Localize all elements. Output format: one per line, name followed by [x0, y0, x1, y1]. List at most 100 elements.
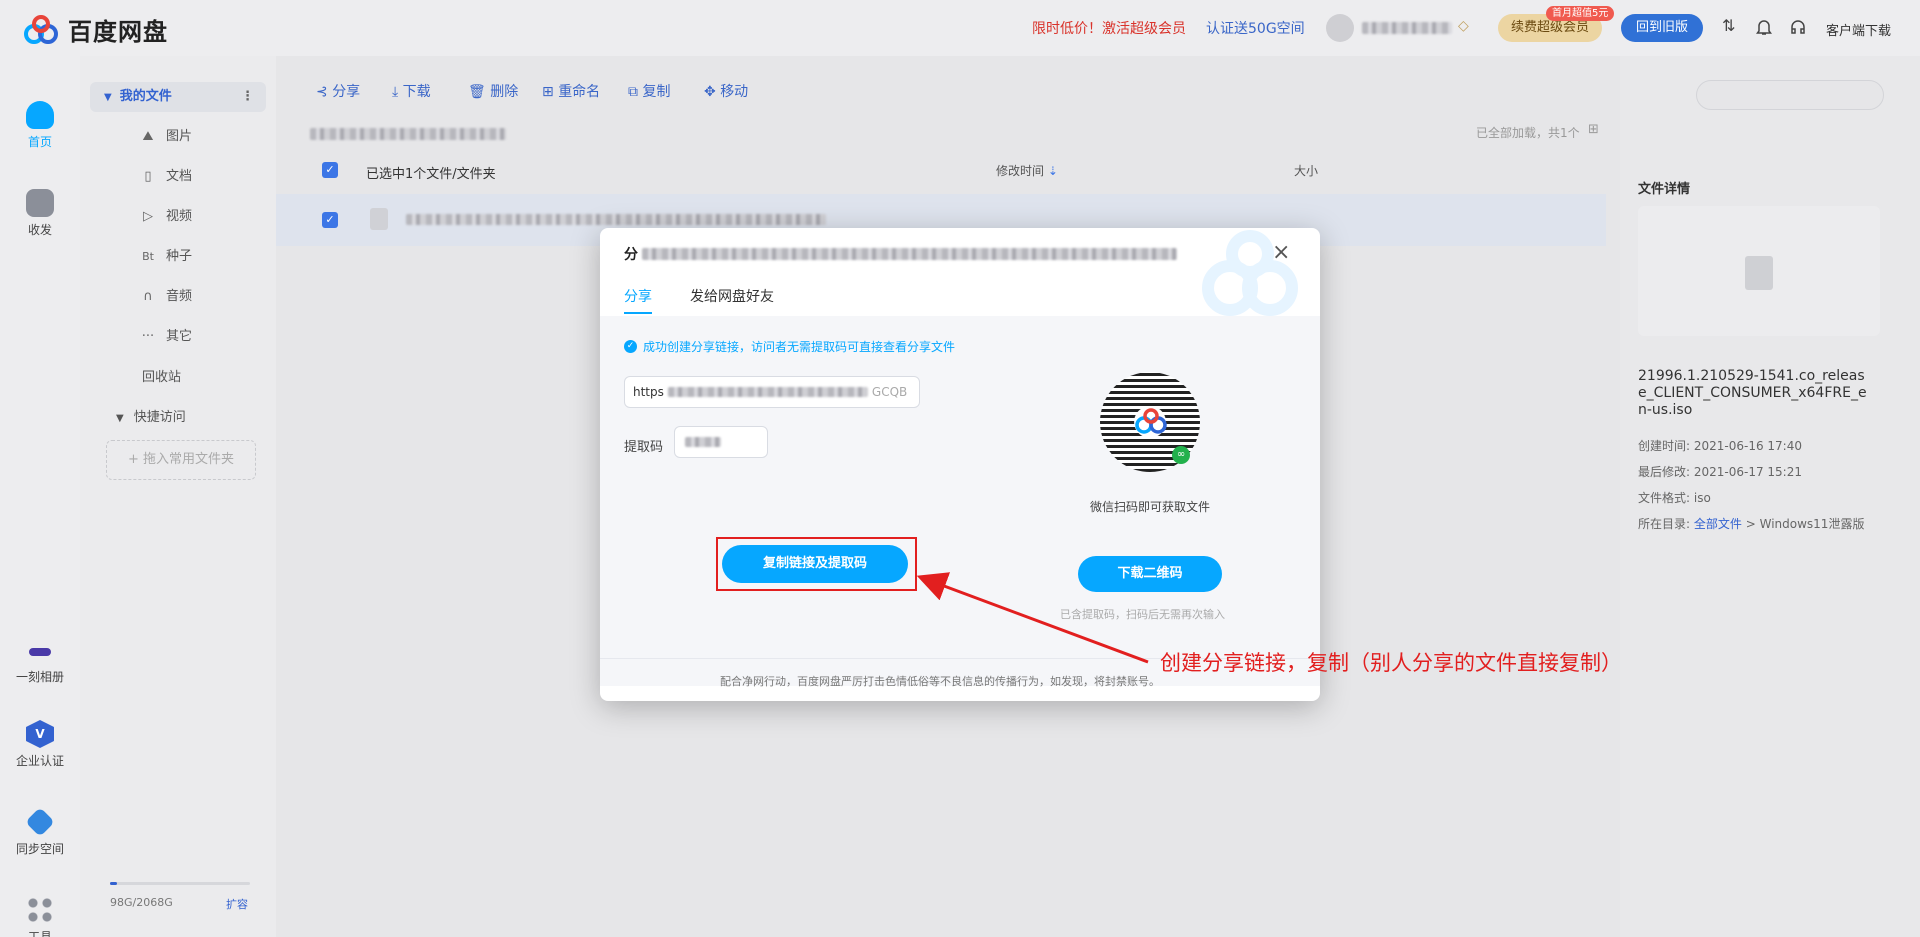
success-message: ✓ 成功创建分享链接，访问者无需提取码可直接查看分享文件: [624, 338, 955, 355]
cert-space-link[interactable]: 认证送50G空间: [1206, 18, 1305, 38]
tab-friends-label: 发给网盘好友: [690, 289, 774, 305]
logo-watermark-icon: [1202, 230, 1298, 316]
rail-label: 收发: [27, 223, 52, 237]
nav-item-image[interactable]: ⛰ 图片: [80, 122, 276, 152]
bell-icon[interactable]: [1756, 18, 1772, 36]
nav-recycle[interactable]: 回收站: [80, 363, 276, 393]
col-modified-label: 修改时间: [996, 164, 1045, 178]
nav-item-doc[interactable]: ▯ 文档: [80, 162, 276, 192]
nav-item-video[interactable]: ▷ 视频: [80, 202, 276, 232]
move-button[interactable]: ✥ 移动: [704, 81, 748, 101]
dialog-title: 分: [624, 244, 1177, 264]
storage-bar-fill: [110, 882, 117, 885]
nav-item-label: 种子: [166, 249, 193, 264]
code-blurred: [685, 437, 721, 447]
audio-icon: ∩: [143, 289, 153, 304]
copy-link-button[interactable]: 复制链接及提取码: [722, 545, 908, 583]
download-qr-button[interactable]: 下载二维码: [1078, 556, 1222, 592]
more-vertical-icon[interactable]: ⋮: [241, 82, 254, 112]
extract-code-field[interactable]: [674, 426, 768, 458]
file-nav: ▼ 我的文件 ⋮ ⛰ 图片 ▯ 文档 ▷ 视频 Bt 种子 ∩ 音频 ··· 其它 回收站 ▼…: [80, 56, 276, 937]
rename-button[interactable]: ⊞ 重命名: [542, 81, 600, 101]
dialog-title-blurred: [642, 248, 1177, 260]
tab-share[interactable]: 分享: [624, 286, 652, 306]
dialog-title-prefix: 分: [624, 247, 638, 263]
code-label: 提取码: [624, 440, 664, 455]
iso-file-icon: [370, 208, 388, 230]
search-box[interactable]: [1696, 80, 1884, 110]
sort-down-icon: ⇣: [1047, 164, 1058, 178]
dir-link[interactable]: 全部文件: [1694, 517, 1742, 531]
headset-icon[interactable]: [1790, 19, 1806, 35]
storage-bar: [110, 882, 250, 885]
share-dialog: 分 × 分享 发给网盘好友 ✓ 成功创建分享链接，访问者无需提取码可直接查看分享…: [600, 228, 1320, 701]
qr-note: 已含提取码，扫码后无需再次输入: [1060, 608, 1225, 621]
nav-quick-access[interactable]: ▼ 快捷访问: [80, 403, 276, 433]
details-format: 文件格式: iso: [1638, 491, 1711, 505]
caret-down-icon: ▼: [116, 413, 124, 424]
video-icon: ▷: [143, 209, 153, 224]
nav-item-label: 视频: [166, 209, 193, 224]
row-checkbox[interactable]: ✓: [322, 212, 338, 228]
close-icon[interactable]: ×: [1272, 242, 1290, 264]
tab-share-underline: [624, 312, 652, 314]
loaded-info: 已全部加载，共1个: [1476, 126, 1580, 140]
preview-area: [1638, 206, 1880, 336]
rail-label: 一刻相册: [15, 670, 64, 684]
nav-item-audio[interactable]: ∩ 音频: [80, 282, 276, 312]
rail-item-sync[interactable]: 同步空间: [0, 807, 80, 857]
view-grid-icon[interactable]: ⊞: [1588, 122, 1599, 137]
wechat-mini-icon: ∞: [1172, 446, 1190, 464]
annotation-text: 创建分享链接，复制（别人分享的文件直接复制）: [1160, 651, 1622, 675]
rail-item-home[interactable]: 首页: [0, 101, 80, 150]
logo[interactable]: 百度网盘: [22, 12, 168, 47]
promo-link[interactable]: 限时低价！激活超级会员: [1032, 18, 1186, 38]
link-blurred: [667, 387, 868, 397]
col-size[interactable]: 大小: [1294, 162, 1318, 179]
nav-item-bt[interactable]: Bt 种子: [80, 242, 276, 272]
renew-vip-label: 续费超级会员: [1510, 20, 1589, 35]
transfer-icon[interactable]: ⇅: [1722, 16, 1735, 35]
drag-folder-zone[interactable]: + 拖入常用文件夹: [106, 440, 256, 480]
username-blurred[interactable]: [1362, 22, 1452, 34]
nav-item-other[interactable]: ··· 其它: [80, 322, 276, 352]
select-all-checkbox[interactable]: ✓: [322, 162, 338, 178]
copy-link-label: 复制链接及提取码: [762, 556, 867, 571]
details-modified: 最后修改: 2021-06-17 15:21: [1638, 465, 1802, 479]
old-version-label: 回到旧版: [1635, 20, 1688, 35]
col-modified[interactable]: 修改时间 ⇣: [996, 162, 1058, 179]
brand-name: 百度网盘: [68, 18, 168, 46]
delete-button[interactable]: 🗑 删除: [468, 81, 518, 101]
tab-friends[interactable]: 发给网盘好友: [690, 286, 774, 306]
rail-item-tools[interactable]: 工具: [0, 896, 80, 937]
rail-label: 首页: [27, 135, 52, 149]
client-download-link[interactable]: 客户端下载: [1826, 20, 1891, 39]
delete-label: 删除: [490, 84, 519, 100]
download-label: 下载: [402, 84, 431, 100]
dir-label: 所在目录:: [1638, 517, 1691, 531]
rail-label: 工具: [27, 930, 52, 937]
old-version-button[interactable]: 回到旧版: [1621, 14, 1703, 42]
copy-button[interactable]: ⧉ 复制: [628, 81, 670, 101]
rail-item-inbox[interactable]: 收发: [0, 189, 80, 238]
share-button[interactable]: ⊰ 分享: [316, 81, 360, 101]
album-icon: [29, 648, 51, 656]
nav-my-files[interactable]: ▼ 我的文件 ⋮: [90, 82, 266, 112]
download-button[interactable]: ⤓ 下载: [392, 81, 431, 101]
selected-header: 已选中1个文件/文件夹: [366, 167, 496, 182]
link-suffix: GCQB: [871, 385, 908, 399]
more-icon: ···: [141, 329, 155, 344]
file-details-panel: 文件详情 21996.1.210529-1541.co_release_CLIE…: [1624, 160, 1894, 912]
expand-link[interactable]: 扩容: [226, 896, 248, 912]
breadcrumb-blurred[interactable]: [310, 128, 506, 140]
share-link-field[interactable]: https GCQB: [624, 376, 920, 408]
footer-notice: 配合净网行动，百度网盘严厉打击色情低俗等不良信息的传播行为，如发现，将封禁账号。: [720, 675, 1160, 688]
storage-text: 98G/2068G: [110, 896, 173, 909]
left-rail: 首页 收发 一刻相册 V 企业认证 同步空间 工具: [0, 56, 80, 937]
row-filename-blurred[interactable]: [406, 214, 826, 225]
rail-item-enterprise[interactable]: V 企业认证: [0, 720, 80, 769]
renew-badge: 首月超值5元: [1546, 6, 1615, 21]
enterprise-v-icon: V: [26, 720, 54, 748]
avatar[interactable]: [1326, 14, 1354, 42]
rail-item-album[interactable]: 一刻相册: [0, 640, 80, 685]
